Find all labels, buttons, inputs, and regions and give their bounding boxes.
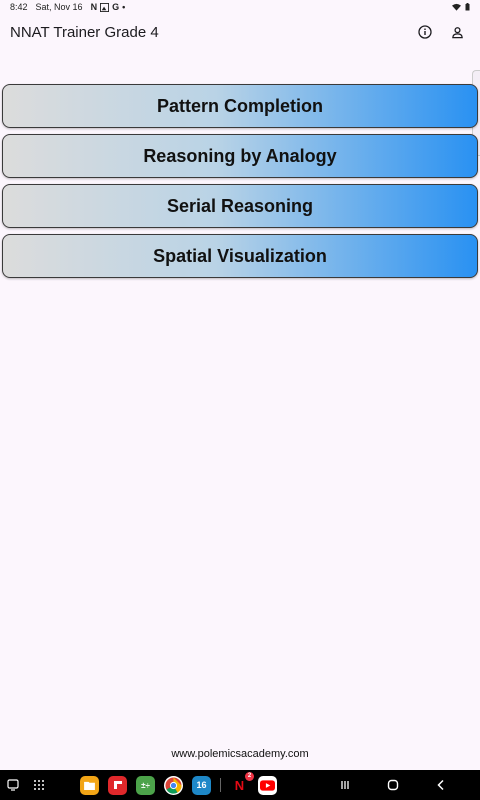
screen-icon[interactable]: [6, 778, 20, 792]
netflix-notification-icon: N: [90, 2, 98, 12]
google-notification-icon: G: [112, 2, 120, 12]
reasoning-by-analogy-button[interactable]: Reasoning by Analogy: [2, 134, 478, 178]
chrome-app-icon[interactable]: [164, 775, 183, 795]
dock-divider: [220, 778, 221, 792]
recents-icon[interactable]: [338, 778, 352, 792]
more-dot-icon: •: [122, 2, 126, 12]
website-link[interactable]: www.polemicsacademy.com: [0, 748, 480, 760]
app-bar-actions: [416, 23, 470, 41]
status-right: [452, 3, 470, 11]
status-bar: 8:42 Sat, Nov 16 N G •: [0, 0, 480, 14]
pattern-completion-button[interactable]: Pattern Completion: [2, 84, 478, 128]
app-bar: NNAT Trainer Grade 4: [0, 14, 480, 50]
status-date: Sat, Nov 16: [35, 2, 83, 12]
netflix-app-icon[interactable]: N 2: [230, 771, 254, 795]
spatial-visualization-button[interactable]: Spatial Visualization: [2, 234, 478, 278]
system-nav-bar: ±÷ 16 N 2: [0, 770, 480, 800]
battery-icon: [465, 3, 470, 11]
person-icon[interactable]: [448, 23, 466, 41]
status-time: 8:42: [10, 2, 28, 12]
netflix-badge: 2: [245, 771, 254, 781]
back-icon[interactable]: [434, 778, 448, 792]
category-menu: Pattern Completion Reasoning by Analogy …: [2, 84, 478, 278]
app-dock: ±÷ 16 N 2: [80, 771, 277, 795]
wifi-icon: [452, 3, 461, 11]
calendar-app-icon[interactable]: 16: [192, 775, 211, 795]
youtube-app-icon[interactable]: [258, 775, 277, 795]
files-app-icon[interactable]: [80, 775, 99, 795]
info-icon[interactable]: [416, 23, 434, 41]
home-icon[interactable]: [386, 778, 400, 792]
app-drawer-icon[interactable]: [32, 778, 46, 792]
system-nav-keys: [338, 778, 476, 792]
flipboard-app-icon[interactable]: [108, 775, 127, 795]
notification-icons: N G •: [91, 2, 126, 12]
calculator-app-icon[interactable]: ±÷: [136, 775, 155, 795]
gallery-notification-icon: [100, 2, 110, 12]
app-title: NNAT Trainer Grade 4: [10, 23, 159, 41]
serial-reasoning-button[interactable]: Serial Reasoning: [2, 184, 478, 228]
nav-left: [4, 778, 46, 792]
calendar-day: 16: [196, 780, 207, 790]
